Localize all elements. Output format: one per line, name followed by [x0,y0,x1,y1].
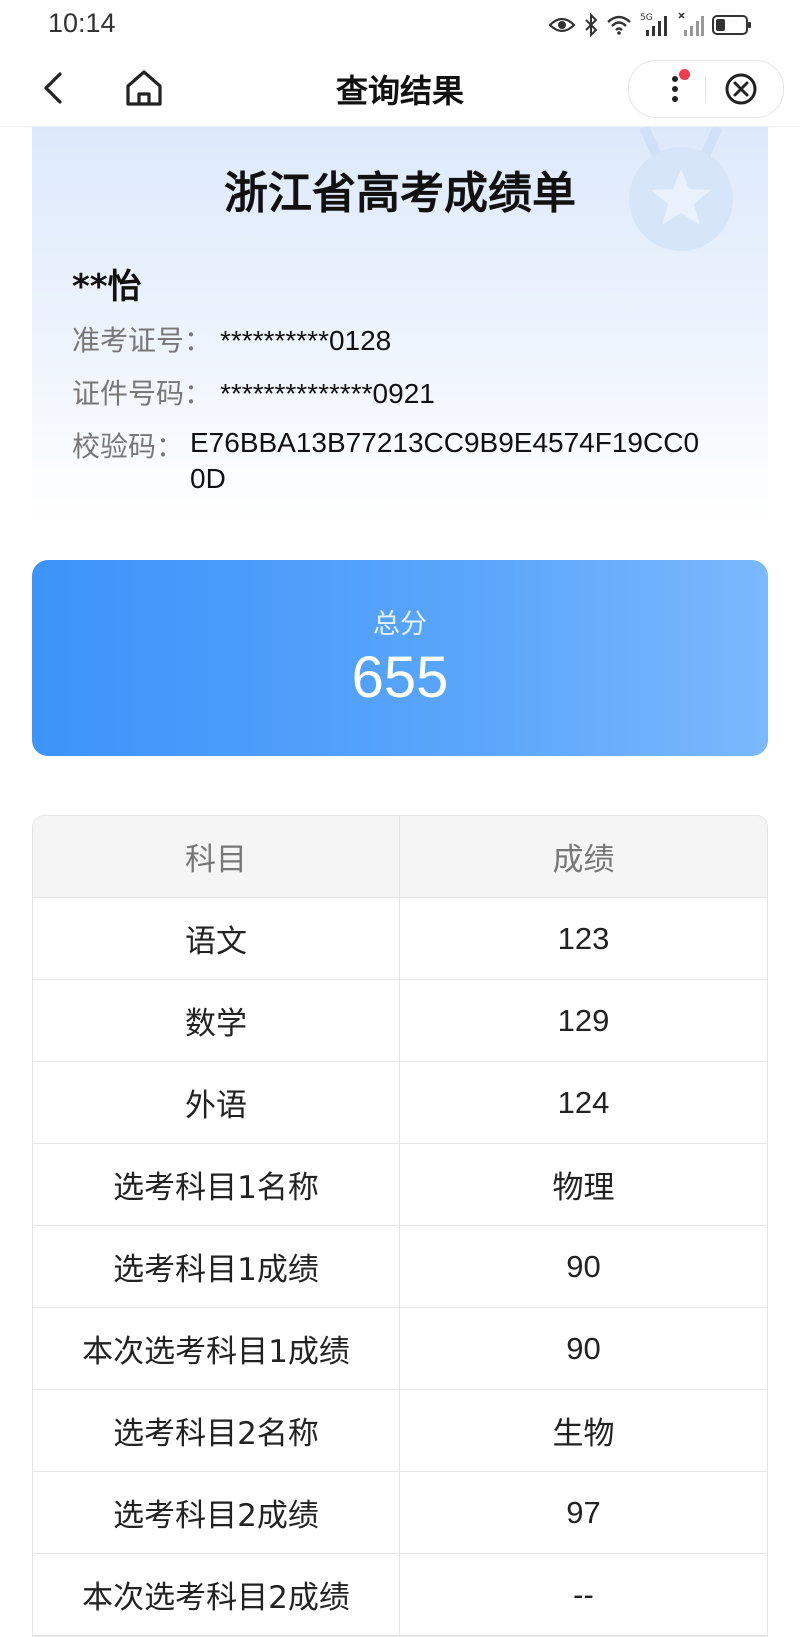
score-cell: 物理 [552,1170,615,1206]
column-header-score: 成绩 [552,842,615,878]
signal-icon [678,12,704,36]
check-code-row: 校验码： E76BBA13B77213CC9B9E4574F19CC00D [72,425,710,497]
candidate-name: **怡 [72,267,142,307]
table-row: 本次选考科目2成绩 -- [33,1554,767,1636]
score-report-card: 浙江省高考成绩单 **怡 准考证号： **********0128 证件号码： **… [32,127,768,527]
subject-cell: 选考科目1名称 [33,1144,400,1225]
subject-cell: 本次选考科目2成绩 [33,1554,400,1635]
table-row: 外语 124 [33,1062,767,1144]
score-cell: 124 [557,1084,610,1120]
admission-number-row: 准考证号： **********0128 [72,319,391,359]
status-icons: 5G [548,12,752,38]
score-cell: -- [573,1576,594,1612]
subject-cell: 选考科目2成绩 [33,1472,400,1553]
mini-program-capsule [628,60,784,118]
check-code-value: E76BBA13B77213CC9B9E4574F19CC00D [190,427,700,494]
close-circle-icon[interactable] [723,71,759,107]
subject-cell: 数学 [33,980,400,1061]
score-cell: 129 [557,1002,610,1038]
id-number-label: 证件号码： [72,377,213,410]
capsule-divider [705,75,706,103]
report-title: 浙江省高考成绩单 [224,168,576,219]
table-row: 语文 123 [33,898,767,980]
nav-bar: 查询结果 [0,50,800,127]
column-header-subject: 科目 [33,816,400,897]
total-score-label: 总分 [373,609,427,640]
id-number-value: **************0921 [220,378,435,409]
table-row: 数学 129 [33,980,767,1062]
score-cell: 123 [557,920,610,956]
subject-cell: 本次选考科目1成绩 [33,1308,400,1389]
admission-number-value: **********0128 [220,325,392,356]
admission-number-label: 准考证号： [72,324,213,357]
score-table: 科目 成绩 语文 123 数学 129 外语 124 选考科目1名称 物理 选考… [32,815,768,1637]
notification-dot [679,69,690,80]
id-number-row: 证件号码： **************0921 [72,372,435,412]
score-cell: 生物 [552,1416,615,1452]
table-row: 选考科目1成绩 90 [33,1226,767,1308]
table-row: 选考科目2名称 生物 [33,1390,767,1472]
status-time: 10:14 [48,8,116,38]
network-label: 5G [640,13,653,23]
signal-5g-icon: 5G [640,13,667,36]
eye-icon [548,17,576,33]
table-row: 选考科目2成绩 97 [33,1472,767,1554]
subject-cell: 外语 [33,1062,400,1143]
table-row: 选考科目1名称 物理 [33,1144,767,1226]
score-cell: 90 [566,1330,601,1366]
total-score-card: 总分 655 [32,560,768,756]
table-header-row: 科目 成绩 [33,816,767,898]
total-score-value: 655 [351,645,449,710]
subject-cell: 选考科目1成绩 [33,1226,400,1307]
subject-cell: 语文 [33,898,400,979]
check-code-label: 校验码： [72,430,185,463]
battery-icon [712,15,751,35]
status-bar: 10:14 5G [0,0,800,50]
wifi-icon [607,15,631,35]
score-cell: 97 [566,1494,601,1530]
table-row: 本次选考科目1成绩 90 [33,1308,767,1390]
bluetooth-icon [585,13,598,37]
score-cell: 90 [566,1248,601,1284]
subject-cell: 选考科目2名称 [33,1390,400,1471]
